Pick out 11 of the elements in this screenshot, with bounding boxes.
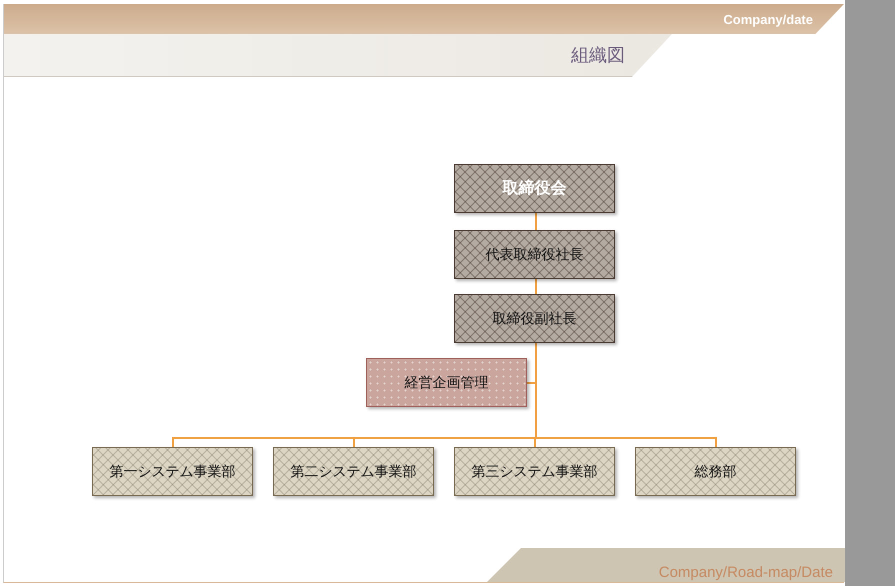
department-node: 第三システム事業部 — [454, 447, 615, 496]
department-node: 総務部 — [635, 447, 796, 496]
department-node: 第一システム事業部 — [92, 447, 253, 496]
executive-node: 取締役副社長 — [454, 294, 615, 343]
footer-text: Company/Road-map/Date — [658, 564, 833, 581]
executive-node: 代表取締役社長 — [454, 230, 615, 279]
board-node: 取締役会 — [454, 164, 615, 213]
department-node: 第二システム事業部 — [273, 447, 434, 496]
slide-title: 組織図 — [571, 44, 625, 67]
company-date: Company/date — [723, 12, 813, 26]
staff-node: 経営企画管理 — [366, 358, 527, 407]
